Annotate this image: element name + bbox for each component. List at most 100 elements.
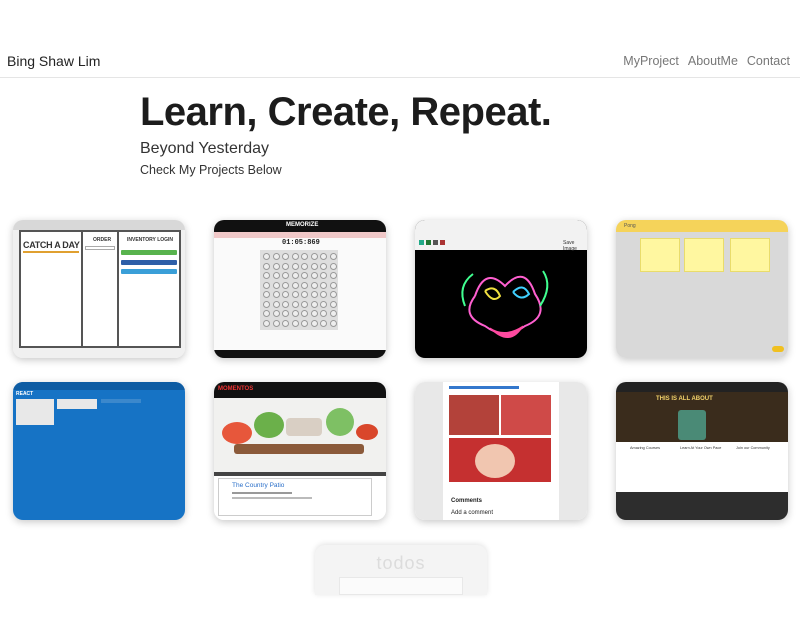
hero-caption: Check My Projects Below [140, 163, 282, 177]
memory-cell [320, 272, 327, 279]
memory-cell [301, 281, 308, 289]
memory-cell [291, 253, 299, 260]
nav-link-aboutme[interactable]: AboutMe [688, 54, 738, 68]
memory-cell [329, 262, 337, 270]
memory-cell [320, 291, 327, 298]
memory-cell [320, 319, 327, 327]
memory-cell [310, 281, 318, 289]
memory-grid [260, 250, 338, 330]
project-card-todos[interactable]: todos [315, 545, 487, 595]
memory-cell [272, 319, 280, 327]
memory-cell [272, 300, 280, 308]
save-image-button: Save Image [563, 240, 577, 252]
memory-cell [301, 272, 308, 279]
inventory-heading: INVENTORY LOGIN [127, 237, 174, 243]
memory-cell [320, 281, 327, 289]
memory-cell [291, 310, 299, 317]
hero-subtitle: Beyond Yesterday [140, 140, 269, 157]
memory-cell [329, 319, 337, 327]
project-thumbnail: Save Image [415, 220, 587, 358]
memory-cell [301, 253, 308, 260]
project-thumbnail: MOMENTOS The Country Patio [214, 382, 386, 520]
project-card-catch-a-day[interactable]: CATCH A DAY ORDER INVENTORY LOGIN [13, 220, 185, 358]
memory-cell [310, 291, 318, 298]
memorize-title: MEMORIZE [286, 222, 319, 228]
memory-cell [291, 281, 299, 289]
memory-cell [263, 319, 270, 327]
memory-cell [263, 253, 270, 260]
memorize-timer: 01:05:869 [282, 239, 320, 247]
memory-cell [320, 310, 327, 317]
todos-title: todos [376, 553, 426, 573]
project-card-notes[interactable]: Pong [616, 220, 788, 358]
memory-cell [320, 253, 327, 260]
nav-link-myproject[interactable]: MyProject [623, 54, 679, 68]
memory-cell [329, 300, 337, 308]
memory-cell [272, 272, 280, 279]
memory-cell [320, 262, 327, 270]
catch-a-day-logo: CATCH A DAY [23, 240, 80, 250]
restaurant-name: The Country Patio [232, 482, 285, 489]
memory-cell [272, 253, 280, 260]
project-thumbnail: Pong [616, 220, 788, 358]
memory-cell [263, 281, 270, 289]
project-card-photos[interactable]: Comments Add a comment [415, 382, 587, 520]
memory-cell [263, 262, 270, 270]
memory-cell [282, 310, 289, 317]
memory-cell [329, 272, 337, 279]
project-thumbnail: MEMORIZE 01:05:869 [214, 220, 386, 358]
memory-cell [301, 319, 308, 327]
notes-title: Pong [624, 223, 636, 229]
project-card-drawing[interactable]: Save Image [415, 220, 587, 358]
memory-cell [310, 310, 318, 317]
hero-title: Learn, Create, Repeat. [140, 90, 552, 134]
memory-cell [282, 281, 289, 289]
memory-cell [272, 310, 280, 317]
project-thumbnail: THIS IS ALL ABOUT Amazing Courses Learn … [616, 382, 788, 520]
neon-face-drawing [461, 270, 549, 338]
memory-cell [282, 272, 289, 279]
brand-name[interactable]: Bing Shaw Lim [7, 53, 100, 69]
project-thumbnail: Comments Add a comment [415, 382, 587, 520]
memory-cell [329, 281, 337, 289]
memory-cell [282, 319, 289, 327]
memory-cell [291, 272, 299, 279]
courses-column-1: Amazing Courses [630, 446, 660, 450]
courses-column-3: Join our Community [736, 446, 770, 450]
memory-cell [329, 291, 337, 298]
memory-cell [272, 262, 280, 270]
memory-cell [310, 262, 318, 270]
memory-cell [320, 300, 327, 308]
project-card-react[interactable]: REACT [13, 382, 185, 520]
memory-cell [301, 310, 308, 317]
react-title: REACT [16, 391, 34, 397]
memory-cell [263, 291, 270, 298]
memory-cell [282, 291, 289, 298]
memory-cell [263, 310, 270, 317]
nav-links: MyProject AboutMe Contact [623, 54, 790, 68]
project-card-momentos[interactable]: MOMENTOS The Country Patio [214, 382, 386, 520]
memory-cell [272, 291, 280, 298]
hero: Learn, Create, Repeat. Beyond Yesterday … [140, 88, 552, 177]
project-thumbnail: CATCH A DAY ORDER INVENTORY LOGIN [13, 220, 185, 358]
memory-cell [310, 319, 318, 327]
project-card-memorize[interactable]: MEMORIZE 01:05:869 [214, 220, 386, 358]
memory-cell [263, 300, 270, 308]
memory-cell [310, 253, 318, 260]
memory-cell [329, 310, 337, 317]
nav-link-contact[interactable]: Contact [747, 54, 790, 68]
courses-headline: THIS IS ALL ABOUT [656, 396, 713, 402]
courses-column-2: Learn At Your Own Pace [680, 446, 722, 450]
memory-cell [272, 281, 280, 289]
memory-cell [301, 262, 308, 270]
memory-cell [291, 291, 299, 298]
navbar: Bing Shaw Lim MyProject AboutMe Contact [0, 44, 800, 78]
project-thumbnail: REACT [13, 382, 185, 520]
project-card-courses[interactable]: THIS IS ALL ABOUT Amazing Courses Learn … [616, 382, 788, 520]
memory-cell [310, 272, 318, 279]
memory-cell [291, 262, 299, 270]
memory-cell [282, 300, 289, 308]
memory-cell [263, 272, 270, 279]
order-heading: ORDER [93, 237, 112, 243]
comments-label: Comments [451, 498, 483, 504]
